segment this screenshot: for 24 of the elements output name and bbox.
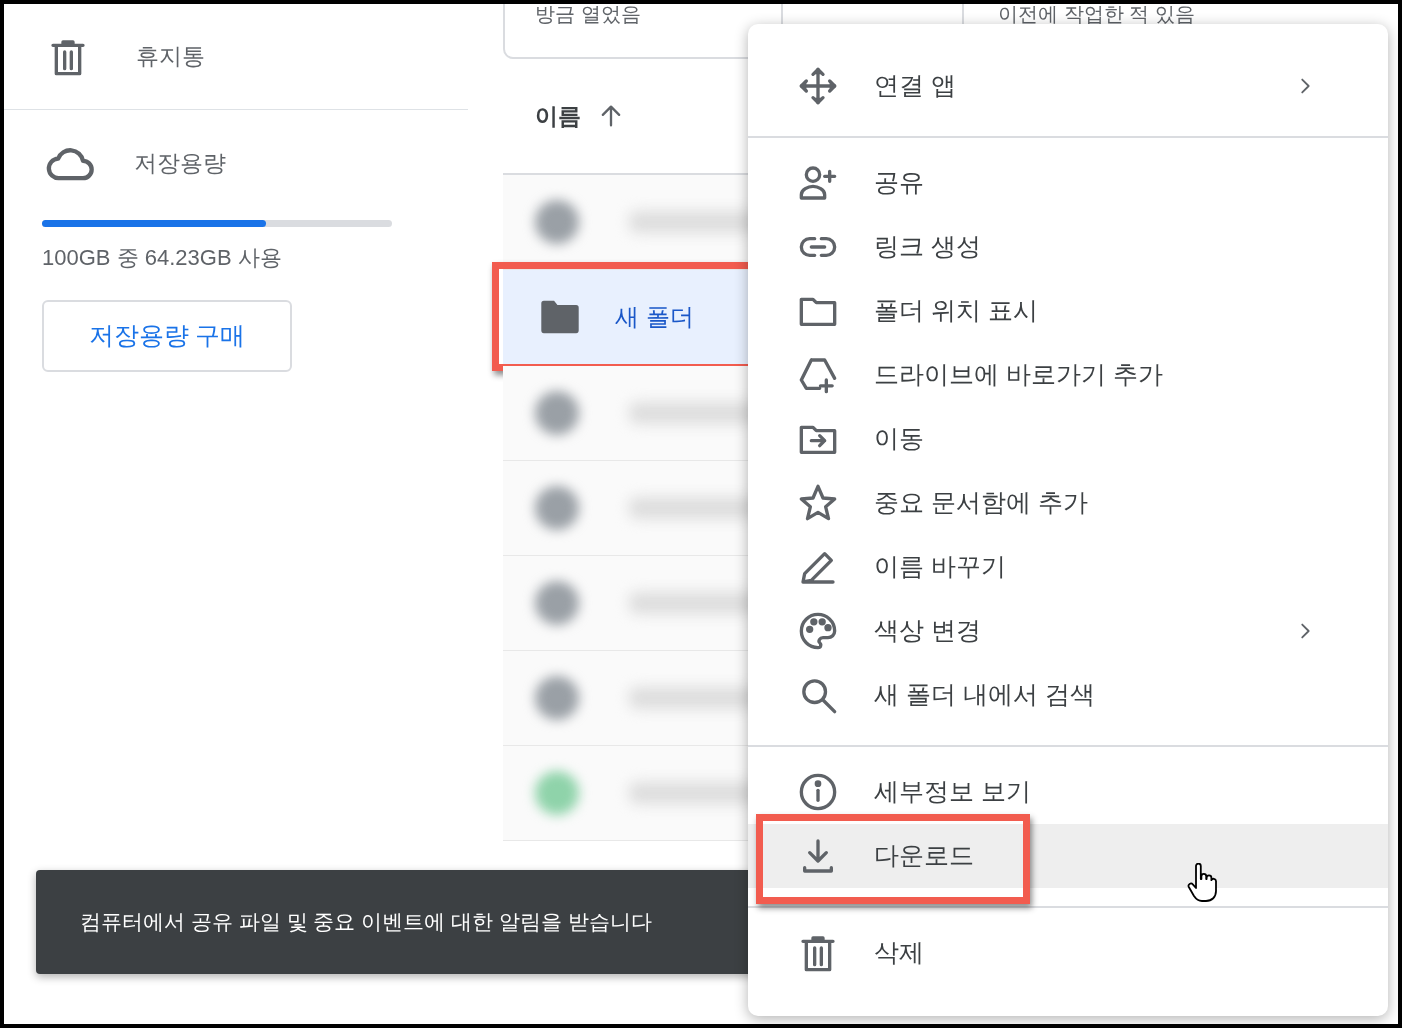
info-icon: [798, 772, 838, 812]
menu-item[interactable]: 공유: [748, 151, 1388, 215]
quick-access-title: 방금 열었음: [535, 4, 641, 24]
add-person-icon: [798, 163, 838, 203]
menu-item[interactable]: 이름 바꾸기: [748, 535, 1388, 599]
storage-usage: 100GB 중 64.23GB 사용: [42, 244, 283, 272]
storage-label[interactable]: 저장용량: [134, 145, 226, 181]
file-name: 새 폴더: [615, 302, 694, 332]
trash-icon: [798, 933, 838, 973]
move-arrows-icon: [798, 66, 838, 106]
trash-label[interactable]: 휴지통: [136, 39, 205, 74]
menu-item[interactable]: 새 폴더 내에서 검색: [748, 663, 1388, 727]
star-icon: [798, 483, 838, 523]
buy-storage-button[interactable]: 저장용량 구매: [42, 300, 292, 372]
hand-cursor-icon: [1186, 863, 1218, 903]
menu-item[interactable]: 다운로드: [748, 824, 1388, 888]
menu-item[interactable]: 이동: [748, 407, 1388, 471]
palette-icon: [798, 611, 838, 651]
menu-item[interactable]: 색상 변경: [748, 599, 1388, 663]
folder-icon: [539, 300, 581, 334]
menu-item[interactable]: 중요 문서함에 추가: [748, 471, 1388, 535]
drive-shortcut-icon: [798, 355, 838, 395]
column-header[interactable]: 이름: [535, 98, 581, 134]
menu-item[interactable]: 세부정보 보기: [748, 760, 1388, 824]
